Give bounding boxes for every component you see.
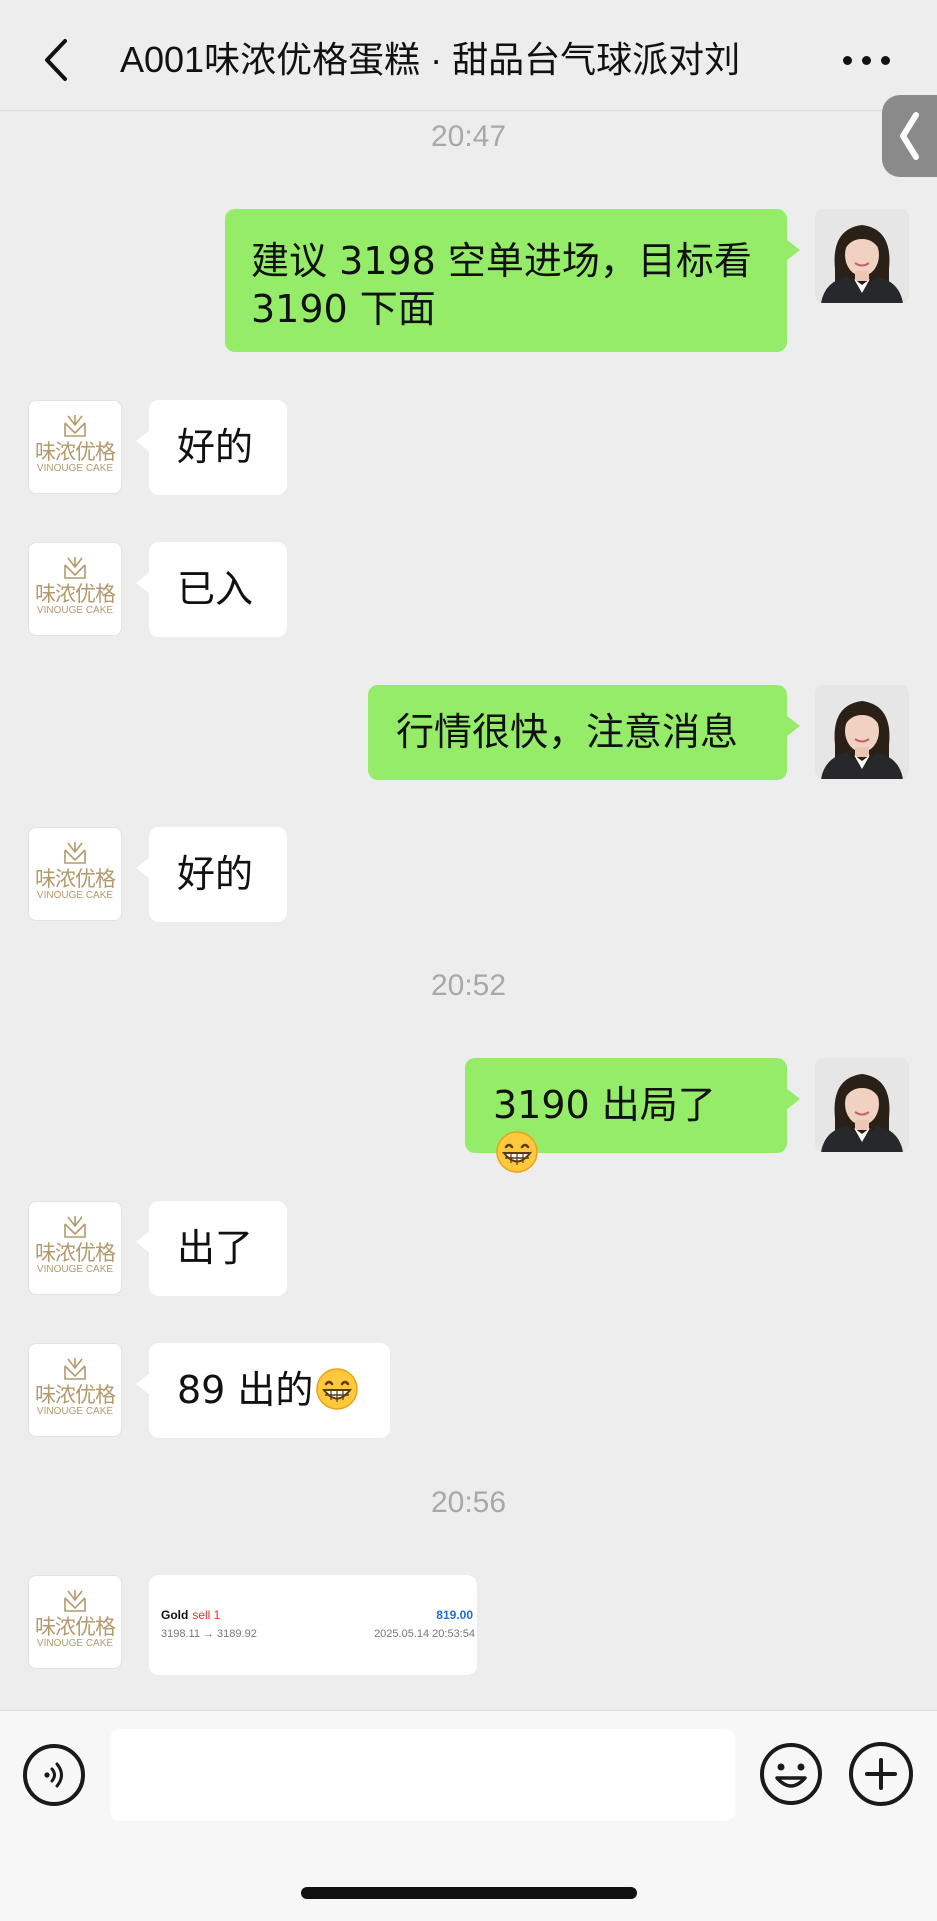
avatar[interactable] [815, 209, 909, 303]
message-bubble-outgoing[interactable]: 建议 3198 空单进场，目标看 3190 下面 [225, 209, 800, 352]
user-photo-icon [815, 685, 909, 779]
emoji-button[interactable] [758, 1741, 824, 1807]
timestamp: 20:47 [430, 120, 507, 153]
avatar[interactable] [815, 1058, 909, 1152]
logo-name-cn: 味浓优格 [35, 867, 116, 891]
logo-avatar[interactable]: 味浓优格 VINOUGE CAKE [28, 827, 122, 921]
home-indicator [301, 1887, 637, 1899]
plus-icon [865, 1758, 897, 1790]
message-text: 89 出的 [177, 1368, 314, 1412]
chat-header: A001味浓优格蛋糕 · 甜品台气球派对刘 [0, 0, 937, 111]
message-bubble-incoming[interactable]: 89 出的 [136, 1343, 390, 1438]
cake-logo-icon [64, 415, 86, 437]
message-bubble-outgoing[interactable]: 行情很快，注意消息 [368, 685, 800, 780]
back-button[interactable] [36, 30, 76, 90]
cake-logo-icon [64, 557, 86, 579]
message-bubble-incoming[interactable]: 好的 [136, 400, 287, 495]
logo-name-cn: 味浓优格 [35, 1615, 116, 1639]
trade-summary-row: Gold sell 1 819.00 [161, 1607, 473, 1623]
logo-name-cn: 味浓优格 [35, 440, 116, 464]
message-bubble-incoming[interactable]: 好的 [136, 827, 287, 922]
message-text: 出了 [177, 1226, 254, 1270]
trade-symbol: Gold [161, 1608, 189, 1622]
trade-side: sell 1 [192, 1608, 221, 1622]
voice-button[interactable] [23, 1744, 85, 1806]
chat-title: A001味浓优格蛋糕 · 甜品台气球派对刘 [120, 39, 741, 80]
logo-name-cn: 味浓优格 [35, 1241, 116, 1265]
trade-profit: 819.00 [436, 1608, 473, 1622]
more-button[interactable] [831, 40, 901, 80]
logo-name-cn: 味浓优格 [35, 1383, 116, 1407]
logo-avatar[interactable]: 味浓优格 VINOUGE CAKE [28, 400, 122, 494]
message-text: 3190 出局了 [493, 1083, 716, 1127]
chat-input-bar [0, 1710, 937, 1921]
cake-logo-icon [64, 1590, 86, 1612]
message-bubble-incoming[interactable]: 已入 [136, 542, 287, 637]
plus-button[interactable] [849, 1742, 913, 1806]
message-text: 好的 [177, 425, 254, 469]
logo-name-en: VINOUGE CAKE [36, 1638, 114, 1649]
trade-screenshot-card[interactable]: Gold sell 1 819.00 3198.11 → 3189.92 2025… [149, 1575, 477, 1675]
message-bubble-outgoing[interactable]: 3190 出局了 [465, 1058, 800, 1173]
message-text: 行情很快，注意消息 [396, 710, 739, 754]
logo-name-en: VINOUGE CAKE [36, 463, 114, 474]
cake-logo-icon [64, 1358, 86, 1380]
message-text: 好的 [177, 852, 254, 896]
cake-logo-icon [64, 842, 86, 864]
smiley-icon [760, 1743, 822, 1805]
trade-timestamp: 2025.05.14 20:53:54 [374, 1628, 475, 1640]
message-text: 已入 [177, 567, 254, 611]
message-text-line: 建议 3198 空单进场，目标看 [251, 239, 752, 283]
logo-name-en: VINOUGE CAKE [36, 605, 114, 616]
trade-prices: 3198.11 → 3189.92 [161, 1628, 257, 1640]
cake-logo-icon [64, 1216, 86, 1238]
avatar[interactable] [815, 685, 909, 779]
logo-name-cn: 味浓优格 [35, 582, 116, 606]
voice-icon [44, 1762, 63, 1788]
message-text-line: 3190 下面 [251, 287, 436, 331]
message-input[interactable] [110, 1729, 735, 1821]
grinning-face-icon [496, 1131, 538, 1173]
logo-avatar[interactable]: 味浓优格 VINOUGE CAKE [28, 1575, 122, 1669]
chevron-left-icon [45, 39, 67, 81]
logo-name-en: VINOUGE CAKE [36, 1264, 114, 1275]
logo-name-en: VINOUGE CAKE [36, 1406, 114, 1417]
message-bubble-incoming[interactable]: 出了 [136, 1201, 287, 1296]
more-dots-icon [842, 55, 852, 65]
logo-avatar[interactable]: 味浓优格 VINOUGE CAKE [28, 1343, 122, 1437]
timestamp: 20:52 [430, 969, 507, 1002]
grinning-face-icon [316, 1368, 359, 1410]
user-photo-icon [815, 209, 909, 303]
timestamp: 20:56 [430, 1486, 507, 1519]
user-photo-icon [815, 1058, 909, 1152]
logo-avatar[interactable]: 味浓优格 VINOUGE CAKE [28, 542, 122, 636]
trade-detail-row: 3198.11 → 3189.92 2025.05.14 20:53:54 [161, 1627, 475, 1641]
logo-avatar[interactable]: 味浓优格 VINOUGE CAKE [28, 1201, 122, 1295]
logo-name-en: VINOUGE CAKE [36, 890, 114, 901]
